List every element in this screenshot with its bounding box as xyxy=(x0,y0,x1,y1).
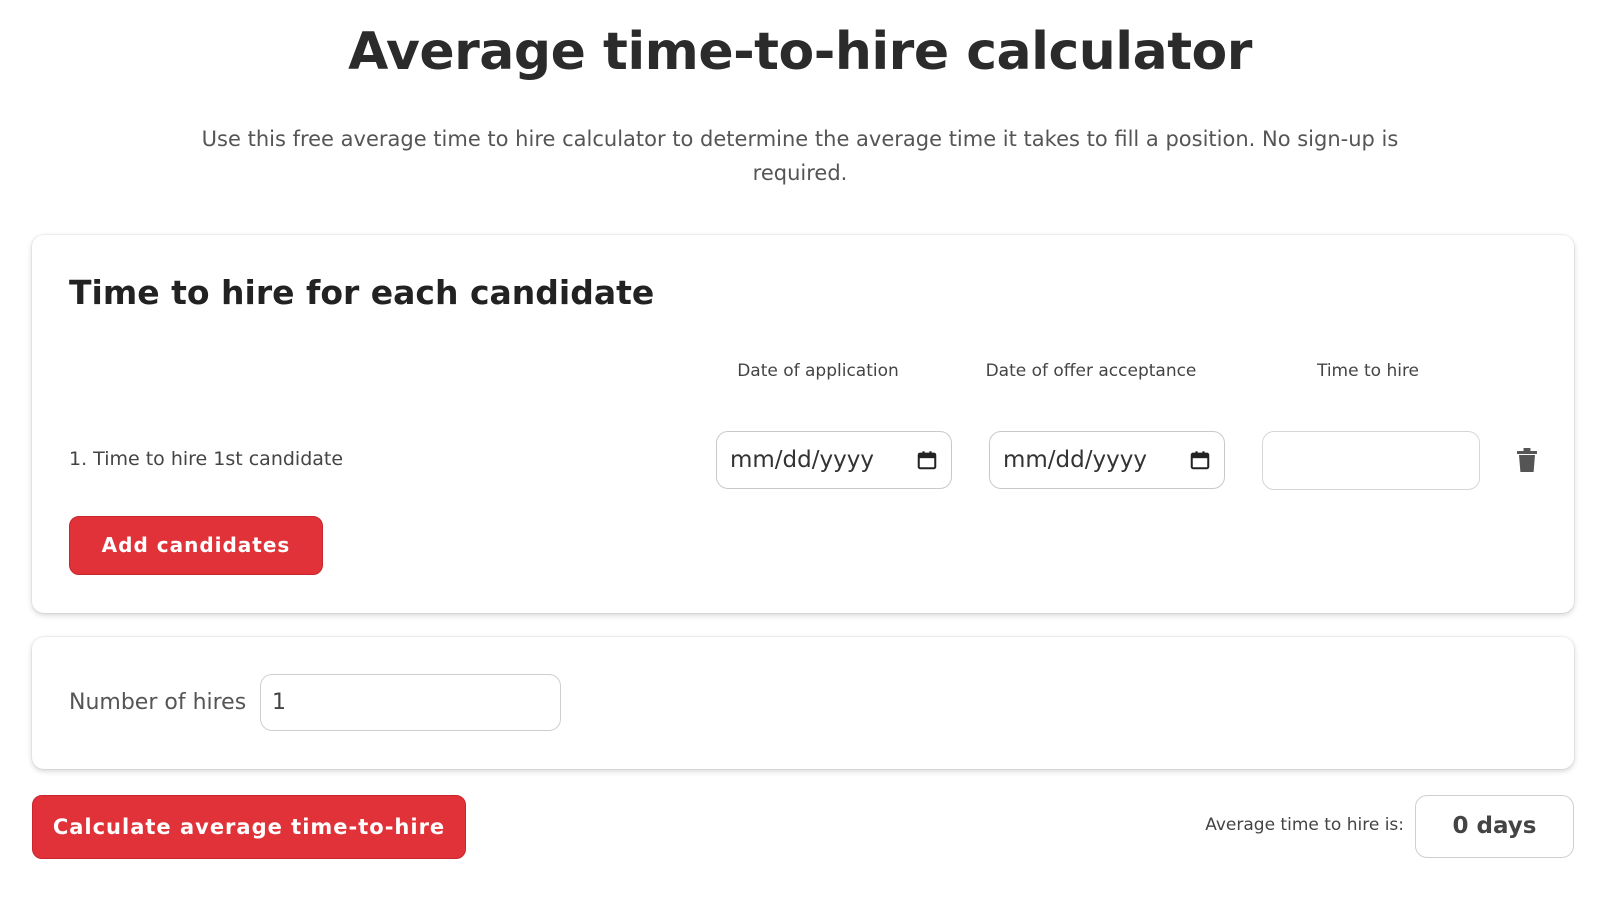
time-to-hire-field[interactable] xyxy=(1262,431,1480,490)
calendar-icon[interactable] xyxy=(916,449,938,471)
column-header-time-to-hire: Time to hire xyxy=(1316,361,1420,381)
calculate-button[interactable]: Calculate average time-to-hire xyxy=(32,795,466,859)
result-value: 0 days xyxy=(1415,795,1574,858)
offer-acceptance-date-input[interactable]: mm/dd/yyyy xyxy=(989,431,1225,489)
add-candidates-button[interactable]: Add candidates xyxy=(69,516,323,575)
number-of-hires-input[interactable]: 1 xyxy=(260,674,561,731)
trash-icon[interactable] xyxy=(1516,447,1538,473)
page-subtitle: Use this free average time to hire calcu… xyxy=(201,127,1399,185)
page-title: Average time-to-hire calculator xyxy=(348,22,1252,82)
application-date-value: mm/dd/yyyy xyxy=(730,447,874,473)
hires-card: Number of hires 1 xyxy=(32,637,1574,769)
candidates-card: Time to hire for each candidate Date of … xyxy=(32,235,1574,613)
candidate-row-label: 1. Time to hire 1st candidate xyxy=(69,448,344,470)
offer-acceptance-date-value: mm/dd/yyyy xyxy=(1003,447,1147,473)
number-of-hires-label: Number of hires xyxy=(69,690,247,715)
column-header-offer-date: Date of offer acceptance xyxy=(985,361,1197,381)
calendar-icon[interactable] xyxy=(1189,449,1211,471)
application-date-input[interactable]: mm/dd/yyyy xyxy=(716,431,952,489)
candidates-card-title: Time to hire for each candidate xyxy=(69,273,655,312)
column-header-application-date: Date of application xyxy=(737,361,899,381)
result-label: Average time to hire is: xyxy=(1205,815,1404,835)
